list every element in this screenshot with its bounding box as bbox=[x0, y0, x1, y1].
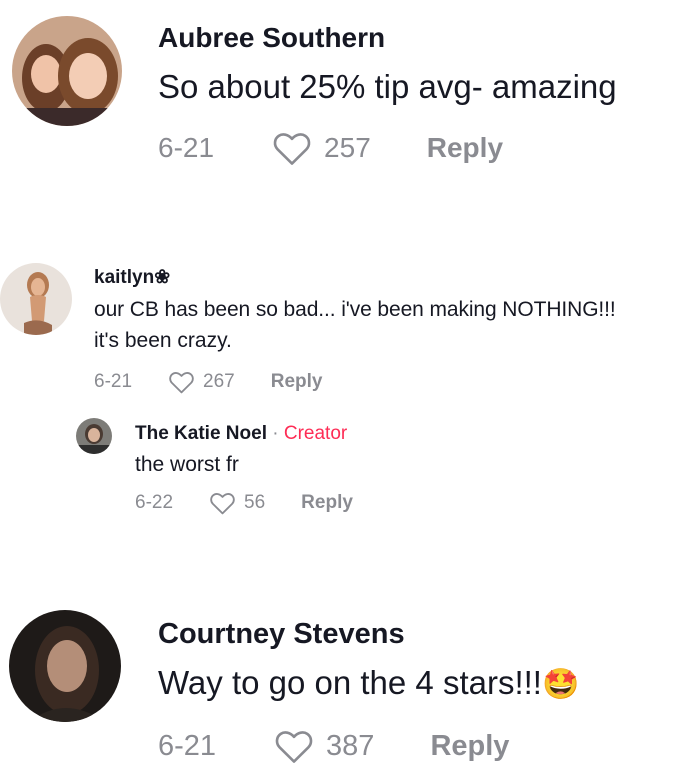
avatar[interactable] bbox=[76, 418, 112, 454]
heart-outline-icon[interactable] bbox=[272, 130, 312, 166]
comment-username[interactable]: Aubree Southern bbox=[158, 22, 385, 54]
reply-button[interactable]: Reply bbox=[427, 132, 503, 164]
comment-username[interactable]: Courtney Stevens bbox=[158, 618, 405, 651]
comment-meta: 6-21 387 Reply bbox=[158, 728, 509, 764]
like-count: 387 bbox=[326, 729, 375, 762]
reply-username[interactable]: The Katie Noel bbox=[135, 423, 267, 444]
comment-meta: 6-21 257 Reply bbox=[158, 130, 503, 166]
comment-text-line: our CB has been so bad... i've been maki… bbox=[94, 298, 616, 321]
comment-username[interactable]: kaitlyn❀ bbox=[94, 266, 170, 289]
comment-text-line: Way to go on the 4 stars!!!🤩 bbox=[158, 664, 579, 702]
comment-date: 6-21 bbox=[158, 132, 215, 163]
comment-date: 6-21 bbox=[158, 729, 217, 762]
separator-dot: · bbox=[272, 423, 279, 444]
reply-date: 6-22 bbox=[135, 492, 174, 513]
comment-text: Way to go on the 4 stars!!! bbox=[158, 664, 542, 701]
heart-outline-icon[interactable] bbox=[209, 491, 236, 515]
like-count: 267 bbox=[203, 371, 235, 392]
avatar[interactable] bbox=[0, 263, 72, 335]
like-count: 56 bbox=[244, 492, 266, 513]
reply-button[interactable]: Reply bbox=[301, 492, 353, 514]
comment-date: 6-21 bbox=[94, 371, 133, 392]
comment-meta: 6-21 267 Reply bbox=[94, 370, 322, 394]
reply-text: the worst fr bbox=[135, 453, 239, 476]
creator-badge: Creator bbox=[283, 423, 348, 444]
reply-button[interactable]: Reply bbox=[430, 730, 509, 763]
avatar[interactable] bbox=[12, 16, 122, 126]
heart-outline-icon[interactable] bbox=[274, 728, 314, 764]
avatar[interactable] bbox=[9, 610, 121, 722]
reply-username-line: The Katie Noel · Creator bbox=[135, 423, 347, 445]
comment-text: So about 25% tip avg- amazing bbox=[158, 68, 617, 105]
star-struck-emoji: 🤩 bbox=[541, 668, 580, 701]
like-count: 257 bbox=[324, 132, 371, 163]
comment-text-line: it's been crazy. bbox=[94, 329, 232, 352]
reply-meta: 6-22 56 Reply bbox=[135, 491, 353, 515]
reply-button[interactable]: Reply bbox=[271, 371, 323, 393]
heart-outline-icon[interactable] bbox=[168, 370, 195, 394]
